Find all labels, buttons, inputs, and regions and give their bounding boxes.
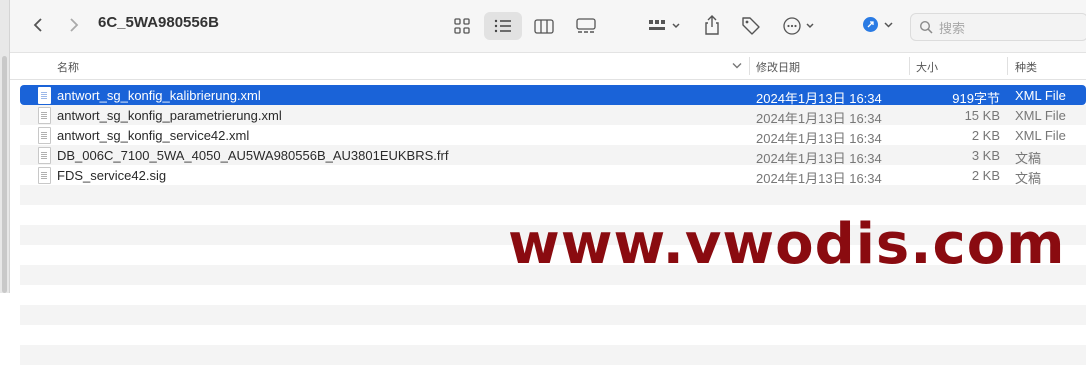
xml-file-icon [38, 127, 51, 144]
window-title: 6C_5WA980556B [98, 14, 219, 31]
search-placeholder: 搜索 [939, 20, 966, 36]
file-row[interactable]: DB_006C_7100_5WA_4050_AU5WA980556B_AU380… [20, 145, 1086, 166]
icon-view-button[interactable] [448, 13, 476, 39]
column-view-button[interactable] [530, 13, 558, 39]
ellipsis-icon [783, 17, 814, 35]
columns-icon [534, 18, 554, 34]
sort-chevron-icon [732, 63, 742, 69]
airdrop-icon[interactable] [863, 17, 878, 32]
file-name: antwort_sg_konfig_parametrierung.xml [57, 108, 282, 123]
header-kind[interactable]: 种类 [1015, 59, 1037, 75]
file-name: antwort_sg_konfig_kalibrierung.xml [57, 88, 261, 103]
gallery-icon [576, 18, 596, 33]
file-row[interactable]: antwort_sg_konfig_service42.xml 2024年1月1… [20, 125, 1086, 146]
header-name[interactable]: 名称 [57, 59, 79, 75]
list-view-button[interactable] [484, 12, 522, 40]
file-row[interactable]: antwort_sg_konfig_kalibrierung.xml 2024年… [20, 85, 1086, 106]
scrollbar-thumb[interactable] [2, 56, 7, 293]
group-icon [649, 20, 680, 30]
file-kind: XML File [1015, 108, 1066, 123]
back-button[interactable] [28, 14, 48, 36]
tag-button[interactable] [738, 13, 764, 39]
file-kind: XML File [1015, 128, 1066, 143]
chevron-left-icon [33, 18, 42, 32]
file-list: antwort_sg_konfig_kalibrierung.xml 2024年… [20, 85, 1086, 186]
column-header: 名称 修改日期 大小 种类 [10, 53, 1086, 80]
file-size: 2 KB [971, 168, 1000, 183]
more-actions-button[interactable] [780, 13, 820, 39]
file-kind: XML File [1015, 88, 1066, 103]
list-icon [494, 19, 511, 33]
search-icon [919, 20, 933, 34]
group-by-button[interactable] [644, 13, 686, 39]
share-button[interactable] [700, 12, 724, 38]
forward-button[interactable] [64, 14, 84, 36]
file-name: antwort_sg_konfig_service42.xml [57, 128, 250, 143]
xml-file-icon [38, 87, 51, 104]
gallery-view-button[interactable] [571, 13, 601, 39]
chevron-right-icon [70, 18, 79, 32]
file-size: 2 KB [971, 128, 1000, 143]
file-name: DB_006C_7100_5WA_4050_AU5WA980556B_AU380… [57, 148, 449, 163]
toolbar: 6C_5WA980556B 搜索 [10, 0, 1086, 53]
sidebar-edge [0, 0, 10, 293]
share-icon [705, 15, 719, 35]
watermark-text: www.vwodis.com [508, 212, 1066, 277]
tag-icon [742, 17, 760, 35]
file-name: FDS_service42.sig [57, 168, 167, 183]
airdrop-menu-chevron[interactable] [882, 18, 894, 32]
document-icon [38, 147, 51, 164]
grid-icon [454, 18, 470, 34]
document-icon [38, 167, 51, 184]
search-field[interactable]: 搜索 [910, 13, 1086, 41]
header-date[interactable]: 修改日期 [756, 59, 800, 75]
chevron-down-icon [883, 22, 893, 28]
file-size: 3 KB [971, 148, 1000, 163]
file-row[interactable]: FDS_service42.sig 2024年1月13日 16:34 2 KB … [20, 165, 1086, 186]
header-size[interactable]: 大小 [916, 59, 938, 75]
xml-file-icon [38, 107, 51, 124]
file-size: 15 KB [964, 108, 1000, 123]
file-row[interactable]: antwort_sg_konfig_parametrierung.xml 202… [20, 105, 1086, 126]
